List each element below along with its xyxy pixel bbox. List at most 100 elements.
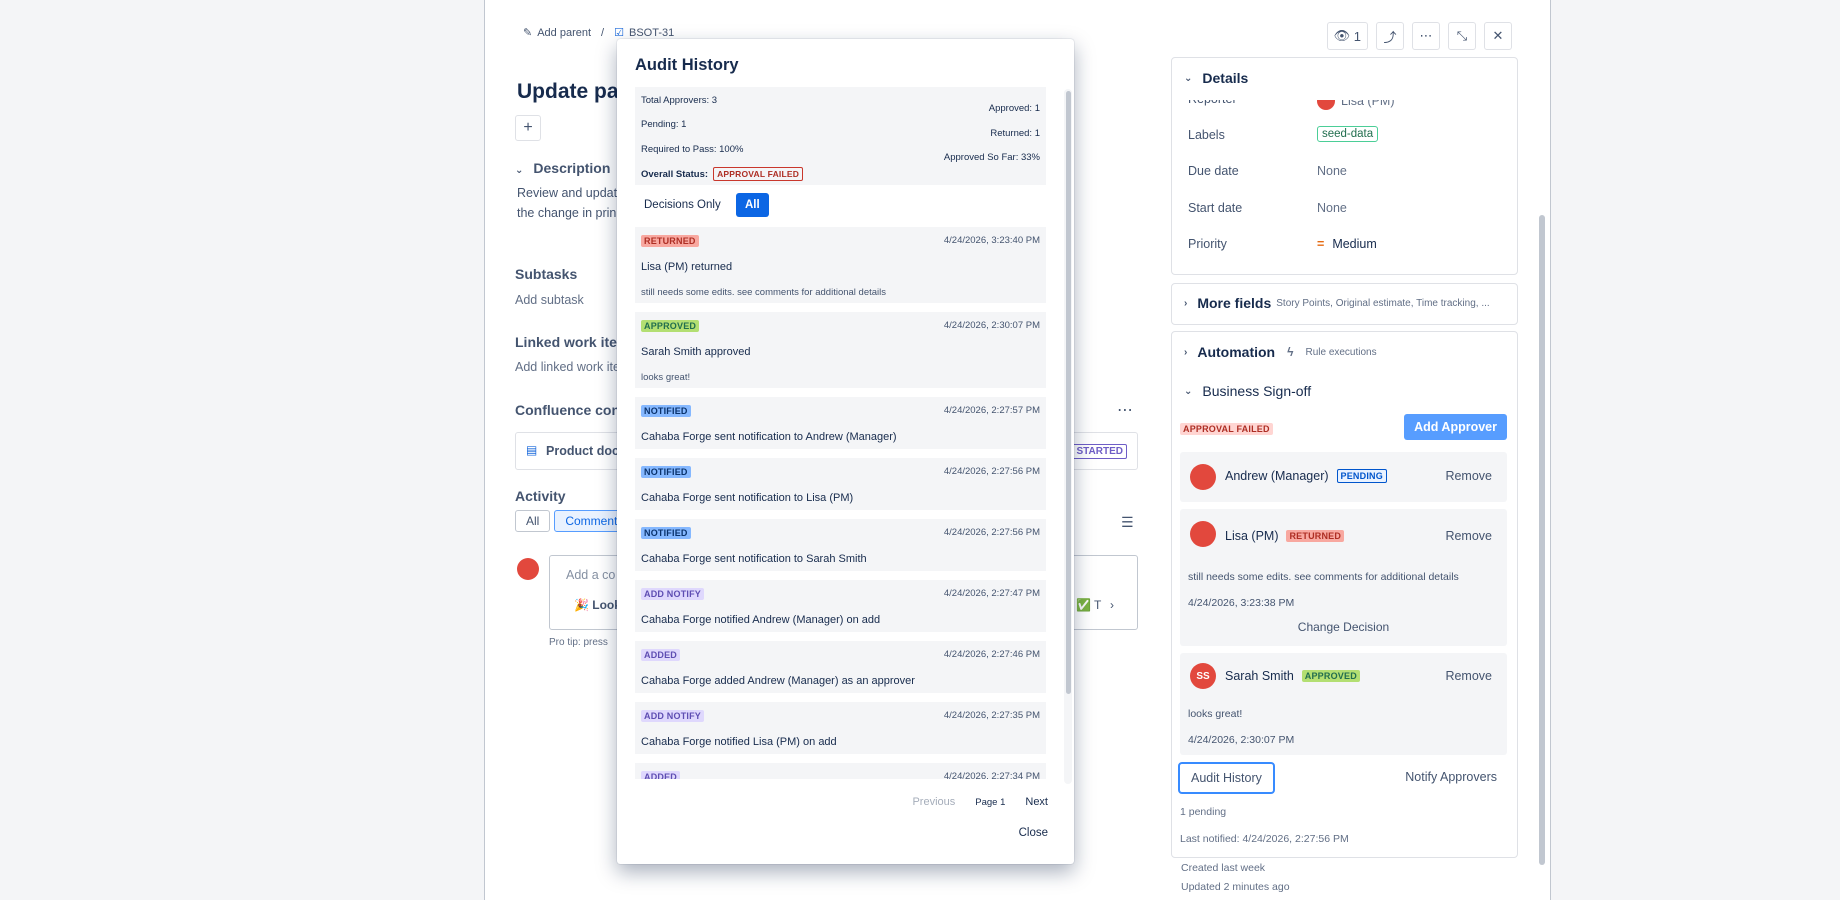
watch-count: 1	[1353, 28, 1361, 44]
more-actions-button[interactable]: ⋯	[1412, 22, 1440, 50]
share-button[interactable]: ⤴	[1376, 22, 1404, 50]
dialog-scroll-area: Total Approvers: 3 Pending: 1 Required t…	[635, 87, 1046, 779]
details-heading[interactable]: ⌄ Details	[1184, 70, 1248, 86]
document-icon: ▤	[526, 443, 538, 457]
summary-pending: Pending: 1	[641, 119, 687, 130]
audit-entry: NOTIFIED 4/24/2026, 2:27:57 PM Cahaba Forg…	[635, 397, 1046, 449]
comment-placeholder: Add a co	[566, 568, 616, 582]
overall-label: Overall Status:	[641, 168, 709, 180]
add-button[interactable]: +	[515, 115, 541, 141]
watch-button[interactable]: 👁 1	[1326, 22, 1368, 50]
notify-approvers-button[interactable]: Notify Approvers	[1405, 770, 1497, 784]
minimize-button[interactable]: ⤡	[1448, 22, 1476, 50]
start-date-value[interactable]: None	[1317, 201, 1347, 215]
summary-required: Required to Pass: 100%	[641, 144, 744, 155]
next-button[interactable]: Next	[1025, 796, 1048, 808]
minimize-icon: ⤡	[1456, 28, 1468, 43]
chevron-down-icon: ⌄	[515, 165, 524, 176]
entry-timestamp: 4/24/2026, 2:27:56 PM	[943, 527, 1040, 538]
signoff-heading[interactable]: ⌄ Business Sign-off	[1184, 383, 1311, 399]
entry-timestamp: 4/24/2026, 2:27:56 PM	[943, 466, 1040, 477]
audit-entry: RETURNED 4/24/2026, 3:23:40 PM Lisa (PM) r…	[635, 227, 1046, 303]
details-heading-label: Details	[1202, 70, 1249, 86]
add-subtask-link[interactable]: Add subtask	[515, 293, 584, 307]
remove-button[interactable]: Remove	[1445, 469, 1492, 483]
details-card: ⌄ Details Reporter Lisa (PM) Labels seed-…	[1171, 57, 1518, 275]
entry-tag: ADD NOTIFY	[641, 588, 704, 600]
entry-timestamp: 4/24/2026, 2:27:47 PM	[943, 588, 1040, 599]
audit-entry: NOTIFIED 4/24/2026, 2:27:56 PM Cahaba Forg…	[635, 519, 1046, 571]
suggestion-chip[interactable]: 🎉 Look	[574, 598, 621, 612]
more-fields-heading: › More fields Story Points, Original estim…	[1184, 295, 1490, 311]
more-fields-card[interactable]: › More fields Story Points, Original estim…	[1171, 283, 1518, 325]
confluence-more-icon[interactable]: ⋯	[1117, 400, 1133, 420]
lightning-icon: ϟ	[1287, 345, 1294, 359]
chevron-right-icon: ›	[1184, 297, 1188, 309]
priority-label: Priority	[1188, 237, 1227, 251]
approver-name-text: Andrew (Manager)	[1225, 469, 1329, 483]
due-date-label: Due date	[1188, 164, 1239, 178]
entry-message: Cahaba Forge notified Andrew (Manager) o…	[641, 614, 881, 626]
status-badge: RETURNED	[1286, 530, 1345, 542]
dialog-scrollbar[interactable]	[1066, 91, 1071, 694]
remove-button[interactable]: Remove	[1445, 529, 1492, 543]
audit-summary: Total Approvers: 3 Pending: 1 Required t…	[635, 87, 1046, 185]
audit-entry: APPROVED 4/24/2026, 2:30:07 PM Sarah Smith…	[635, 312, 1046, 388]
suggestion-chip-right[interactable]: ✅ T	[1076, 598, 1101, 612]
add-parent-link[interactable]: Add parent	[537, 27, 591, 39]
close-icon: ✕	[1492, 28, 1504, 43]
priority-value[interactable]: = Medium	[1317, 237, 1377, 251]
entry-tag: RETURNED	[641, 235, 699, 247]
description-heading-label: Description	[533, 160, 611, 176]
reporter-name: Lisa (PM)	[1341, 94, 1395, 108]
close-panel-button[interactable]: ✕	[1484, 22, 1512, 50]
automation-heading[interactable]: › Automation ϟ Rule executions	[1184, 344, 1377, 360]
entry-message: Cahaba Forge sent notification to Andrew…	[641, 431, 897, 443]
avatar	[1317, 100, 1335, 110]
confluence-item-title: Product docu	[546, 444, 627, 458]
sort-icon[interactable]: ☰	[1121, 514, 1134, 531]
status-badge: PENDING	[1336, 469, 1387, 483]
label-tag[interactable]: seed-data	[1317, 126, 1379, 142]
audit-entry: ADDED 4/24/2026, 2:27:46 PM Cahaba Forge a…	[635, 641, 1046, 693]
add-approver-button[interactable]: Add Approver	[1404, 414, 1507, 440]
approver-row: SS Sarah Smith APPROVED Remove looks grea…	[1180, 653, 1507, 755]
rule-executions-link[interactable]: Rule executions	[1305, 347, 1376, 358]
due-date-value[interactable]: None	[1317, 164, 1347, 178]
tab-all[interactable]: All	[515, 510, 551, 532]
remove-button[interactable]: Remove	[1445, 669, 1492, 683]
summary-approved-so-far: Approved So Far: 33%	[943, 152, 1040, 163]
add-linked-link[interactable]: Add linked work ite	[515, 360, 620, 374]
reporter-value[interactable]: Lisa (PM)	[1317, 94, 1395, 110]
status-badge: APPROVAL FAILED	[713, 167, 804, 181]
entry-message: Sarah Smith approved	[641, 346, 751, 358]
updated-meta: Updated 2 minutes ago	[1181, 881, 1290, 893]
entry-message: Cahaba Forge added Andrew (Manager) as a…	[641, 675, 915, 687]
chevron-down-icon: ⌄	[1184, 385, 1193, 397]
status-badge: APPROVAL FAILED	[1180, 423, 1273, 435]
automation-label: Automation	[1197, 344, 1276, 360]
entry-comment: looks great!	[641, 372, 691, 383]
close-button[interactable]: Close	[1019, 827, 1048, 839]
entry-timestamp: 4/24/2026, 2:27:35 PM	[943, 710, 1040, 721]
signoff-label: Business Sign-off	[1202, 383, 1312, 399]
all-button[interactable]: All	[736, 193, 769, 217]
priority-text: Medium	[1332, 237, 1377, 251]
entry-timestamp: 4/24/2026, 2:27:34 PM	[943, 771, 1040, 779]
audit-entry: ADD NOTIFY 4/24/2026, 2:27:47 PM Cahaba Fo…	[635, 580, 1046, 632]
previous-button[interactable]: Previous	[912, 796, 955, 808]
decisions-only-button[interactable]: Decisions Only	[635, 193, 730, 217]
issue-key-link[interactable]: BSOT-31	[629, 27, 674, 39]
chevron-right-icon[interactable]: ›	[1110, 598, 1114, 612]
entry-tag: NOTIFIED	[641, 527, 691, 539]
description-heading[interactable]: ⌄ Description	[515, 160, 610, 176]
change-decision-button[interactable]: Change Decision	[1180, 620, 1507, 634]
audit-history-dialog: Audit History Total Approvers: 3 Pending…	[617, 39, 1074, 864]
issue-title[interactable]: Update pay	[517, 80, 630, 104]
summary-overall: Overall Status: APPROVAL FAILED	[641, 167, 804, 181]
created-meta: Created last week	[1181, 862, 1266, 874]
audit-entry: ADD NOTIFY 4/24/2026, 2:27:35 PM Cahaba Fo…	[635, 702, 1046, 754]
panel-scrollbar[interactable]	[1539, 215, 1545, 865]
reporter-label: Reporter	[1188, 92, 1237, 106]
audit-history-button[interactable]: Audit History	[1178, 762, 1275, 794]
